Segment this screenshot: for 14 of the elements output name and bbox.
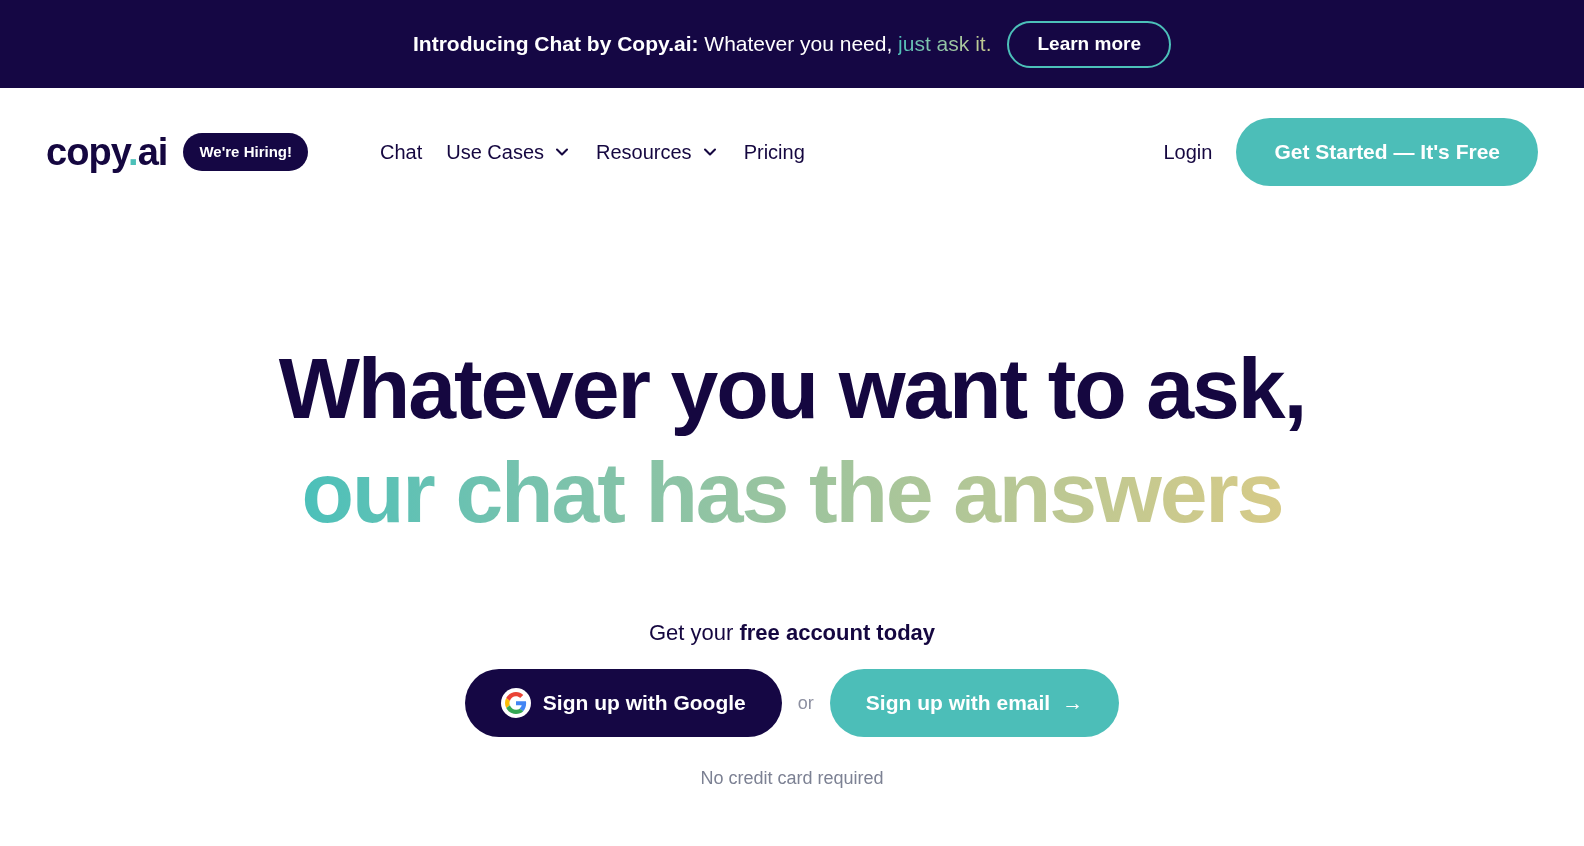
signup-prompt: Get your free account today bbox=[648, 619, 936, 647]
nav-link[interactable]: Use Cases bbox=[446, 137, 572, 167]
announcement-text: Introducing Chat by Copy.ai: Whatever you need, just ask it. bbox=[413, 31, 992, 58]
nav-link[interactable]: Chat bbox=[379, 137, 423, 167]
or-separator: or bbox=[797, 691, 814, 715]
google-signup-button[interactable]: Sign up with Google bbox=[464, 669, 782, 737]
nav-link[interactable]: Resources bbox=[596, 137, 720, 167]
logo[interactable]: copy.ai bbox=[46, 133, 168, 171]
login-link[interactable]: Login bbox=[1163, 137, 1213, 167]
google-icon bbox=[500, 688, 531, 718]
no-credit-card-note: No credit card required bbox=[700, 767, 884, 790]
learn-more-button[interactable]: Learn more bbox=[1007, 20, 1171, 68]
nav-link[interactable]: Pricing bbox=[743, 137, 805, 167]
hiring-badge[interactable]: We're Hiring! bbox=[183, 132, 308, 172]
